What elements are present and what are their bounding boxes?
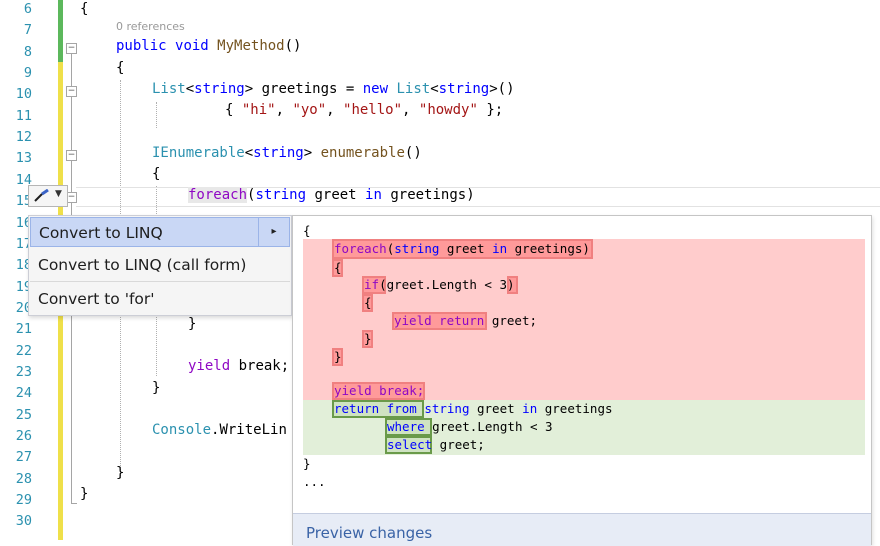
line-number: 8	[23, 43, 32, 60]
code-line-10: { "hi", "yo", "hello", "howdy" };	[225, 102, 504, 118]
line-number: 29	[15, 492, 32, 509]
preview-footer: Preview changes	[293, 513, 871, 546]
line-number: 11	[15, 107, 32, 124]
quick-actions-menu: Convert to LINQ ▸ Convert to LINQ (call …	[28, 215, 292, 316]
line-number: 26	[15, 428, 32, 444]
code-line-6: {	[80, 1, 89, 17]
code-line-14: foreach(string greet in greetings)	[188, 187, 475, 203]
fold-line	[71, 161, 72, 192]
menu-item-convert-to-for[interactable]: Convert to 'for'	[30, 284, 290, 314]
submenu-arrow-icon[interactable]: ▸	[258, 217, 289, 247]
line-number: 9	[23, 65, 32, 82]
fold-end	[71, 503, 77, 504]
codelens-references[interactable]: 0 references	[116, 20, 185, 33]
preview-line: {	[334, 260, 342, 275]
line-number: 12	[15, 129, 32, 146]
preview-line: }	[303, 456, 311, 471]
code-line-25: Console.WriteLin	[152, 422, 287, 438]
screwdriver-icon	[34, 189, 49, 202]
code-line-8: {	[116, 60, 125, 76]
menu-item-label: Convert to LINQ	[39, 224, 163, 242]
saved-change-bar	[58, 0, 63, 62]
preview-line: where greet.Length < 3	[387, 419, 553, 434]
menu-item-label: Convert to LINQ (call form)	[38, 256, 247, 274]
line-number: 24	[15, 385, 32, 402]
line-number: 28	[15, 470, 32, 487]
line-number: 22	[15, 342, 32, 359]
line-number: 13	[15, 150, 32, 167]
dropdown-arrow-icon: ▼	[55, 189, 62, 199]
code-line-7: public void MyMethod()	[116, 38, 302, 54]
code-line-13: {	[152, 166, 161, 182]
preview-line: return from string greet in greetings	[334, 401, 613, 416]
line-number: 27	[15, 449, 32, 466]
code-line-12: IEnumerable<string> enumerable()	[152, 145, 422, 161]
line-number: 30	[15, 513, 32, 530]
code-line-28: }	[80, 486, 89, 502]
fold-line	[71, 54, 72, 86]
menu-separator	[30, 281, 290, 282]
code-line-23: }	[152, 380, 161, 396]
preview-line: foreach(string greet in greetings)	[334, 241, 590, 256]
line-number: 7	[23, 22, 32, 39]
preview-line: }	[334, 349, 342, 364]
preview-line: if(greet.Length < 3)	[364, 277, 515, 292]
preview-line: select greet;	[387, 437, 485, 452]
menu-item-convert-to-linq-call-form[interactable]: Convert to LINQ (call form)	[30, 250, 290, 280]
line-number: 6	[23, 1, 32, 17]
collapse-icon[interactable]: −	[66, 43, 77, 54]
preview-line: {	[303, 223, 311, 238]
preview-line: yield break;	[334, 383, 425, 398]
indent-guide	[156, 102, 157, 128]
code-line-27: }	[116, 465, 125, 481]
preview-line: {	[364, 295, 372, 310]
menu-item-convert-to-linq[interactable]: Convert to LINQ ▸	[30, 217, 290, 247]
removed-lines-highlight	[303, 239, 865, 400]
code-line-9: List<string> greetings = new List<string…	[152, 81, 515, 97]
line-number: 23	[15, 363, 32, 380]
collapse-icon[interactable]: −	[66, 150, 77, 161]
code-line-22: yield break;	[188, 358, 290, 374]
line-number: 10	[15, 86, 32, 103]
preview-line: ...	[303, 474, 326, 489]
menu-item-label: Convert to 'for'	[38, 290, 155, 308]
quick-actions-button[interactable]: ▼	[28, 185, 68, 207]
preview-changes-link[interactable]: Preview changes	[306, 524, 432, 542]
preview-line: }	[364, 331, 372, 346]
code-editor[interactable]: 6 7 8 9 10 11 12 13 14 15 16 17 18 19 20 21 22 23 24 25 26 27…	[0, 0, 880, 546]
fold-line	[71, 97, 72, 150]
preview-line: yield return greet;	[394, 313, 537, 328]
line-number: 25	[15, 406, 32, 423]
preview-pane: { foreach(string greet in greetings) { i…	[292, 215, 872, 546]
collapse-icon[interactable]: −	[66, 86, 77, 97]
line-number: 21	[15, 321, 32, 338]
code-line-20: }	[188, 316, 197, 332]
